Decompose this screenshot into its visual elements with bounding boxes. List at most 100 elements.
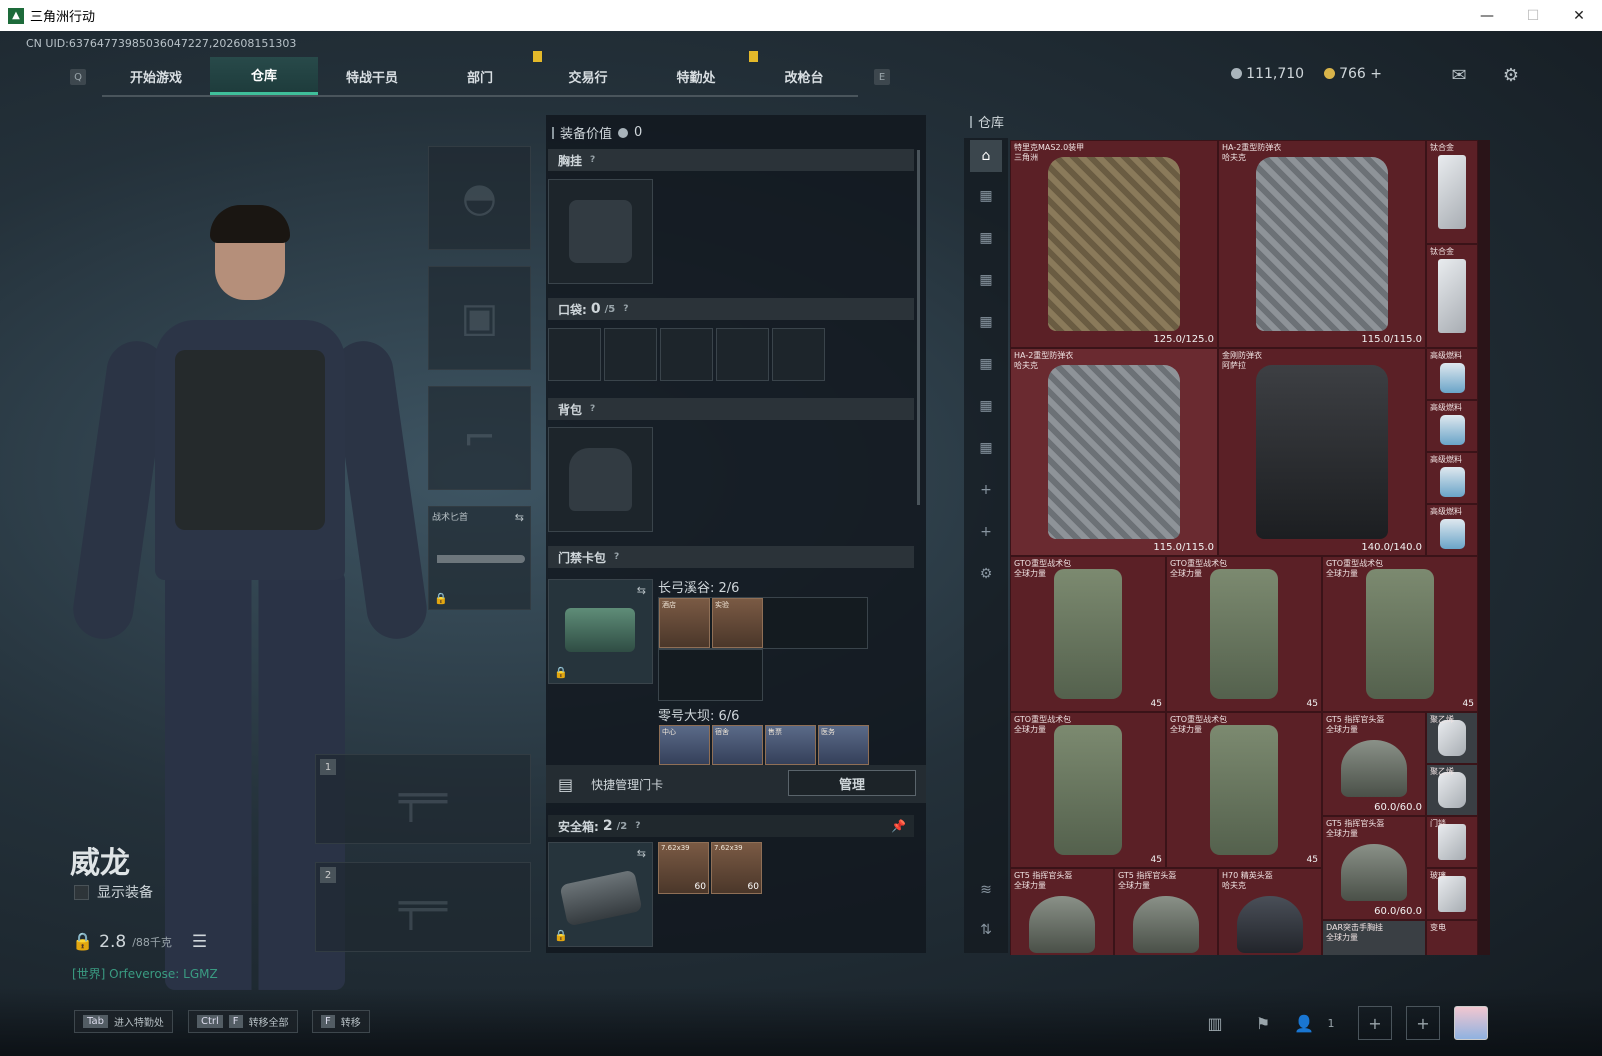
warehouse-page-icon[interactable]: ▦ — [970, 390, 1002, 422]
flag-icon[interactable]: ⚑ — [1246, 1006, 1280, 1040]
help-icon[interactable]: ? — [590, 404, 595, 414]
minimize-button[interactable]: — — [1464, 0, 1510, 31]
pistol-slot[interactable]: ⌐ — [428, 386, 531, 490]
warehouse-settings-icon[interactable]: ⚙ — [970, 558, 1002, 590]
show-equipment-toggle[interactable]: 显示装备 — [74, 882, 153, 902]
warehouse-page-icon[interactable]: ▦ — [970, 264, 1002, 296]
inventory-item[interactable]: 玻璃 — [1426, 868, 1478, 920]
ammo-item[interactable]: 7.62x39 60 — [658, 842, 709, 894]
inventory-item[interactable]: GTO重型战术包 全球力量 45 — [1166, 556, 1322, 712]
squad-icon[interactable]: 👤 1 — [1294, 1006, 1344, 1040]
tab-department[interactable]: 部门 — [426, 51, 542, 95]
safe-box-slot[interactable]: ⇆ 🔒 — [548, 842, 653, 947]
add-currency-button[interactable]: + — [1370, 66, 1382, 82]
inventory-item[interactable]: GTO重型战术包 全球力量 45 — [1322, 556, 1478, 712]
pocket-slot[interactable] — [772, 328, 825, 381]
layers-icon[interactable]: ≋ — [970, 874, 1002, 906]
add-page-icon[interactable]: + — [970, 516, 1002, 548]
inventory-item[interactable]: 钛合金 — [1426, 140, 1478, 244]
inventory-item[interactable]: 聚乙烯 — [1426, 764, 1478, 816]
add-teammate-button[interactable]: + — [1358, 1006, 1392, 1040]
keycard-item[interactable]: 售票 — [765, 725, 816, 765]
inventory-item[interactable]: GT5 指挥官头盔 全球力量 60.0/60.0 — [1322, 816, 1426, 920]
primary-weapon-slot-1[interactable]: 1 ╤═ — [315, 754, 531, 844]
mail-icon[interactable]: ✉ — [1448, 64, 1470, 86]
inventory-item[interactable]: GT5 指挥官头盔 全球力量 60.0/60.0 — [1322, 712, 1426, 816]
warehouse-page-icon[interactable]: ▦ — [970, 348, 1002, 380]
tab-start-game[interactable]: 开始游戏 — [102, 57, 210, 95]
gold-currency[interactable]: 766 + — [1324, 66, 1382, 82]
keycard-item[interactable]: 酒店 — [659, 598, 710, 648]
sort-icon[interactable]: ⇅ — [970, 914, 1002, 946]
warehouse-page-icon[interactable]: ▦ — [970, 432, 1002, 464]
inventory-item[interactable]: GTO重型战术包 全球力量 45 — [1010, 556, 1166, 712]
keycard-item[interactable]: 医务 — [818, 725, 869, 765]
inventory-item[interactable]: 特里克MAS2.0装甲 三角洲 125.0/125.0 — [1010, 140, 1218, 348]
maximize-button[interactable]: ☐ — [1510, 0, 1556, 31]
add-page-icon[interactable]: + — [970, 474, 1002, 506]
knife-slot[interactable]: 战术匕首 ⇆ 🔒 — [428, 506, 531, 610]
tab-trade[interactable]: 交易行 — [534, 57, 642, 95]
add-teammate-button[interactable]: + — [1406, 1006, 1440, 1040]
equipment-scrollbar[interactable] — [917, 150, 920, 505]
help-icon[interactable]: ? — [590, 155, 595, 165]
transfer-hint[interactable]: F 转移 — [312, 1010, 370, 1033]
stats-chart-icon[interactable]: ▥ — [1198, 1006, 1232, 1040]
pocket-slot[interactable] — [660, 328, 713, 381]
transfer-all-hint[interactable]: Ctrl F 转移全部 — [188, 1010, 298, 1033]
swap-icon[interactable]: ⇆ — [637, 847, 646, 860]
warehouse-page-icon[interactable]: ▦ — [970, 180, 1002, 212]
inventory-item[interactable]: HA-2重型防弹衣 哈夫克 115.0/115.0 — [1010, 348, 1218, 556]
inventory-item[interactable]: 高级燃料 — [1426, 348, 1478, 400]
help-icon[interactable]: ? — [623, 304, 628, 314]
pocket-slot[interactable] — [716, 328, 769, 381]
inventory-item[interactable]: 钛合金 — [1426, 244, 1478, 348]
manage-button[interactable]: 管理 — [788, 770, 916, 796]
ammo-item[interactable]: 7.62x39 60 — [711, 842, 762, 894]
armor-slot[interactable]: ▣ — [428, 266, 531, 370]
backpack-slot[interactable] — [548, 427, 653, 532]
inventory-item[interactable]: 聚乙烯 — [1426, 712, 1478, 764]
inventory-item[interactable]: GT5 指挥官头盔 全球力量 — [1114, 868, 1218, 955]
player-avatar[interactable] — [1454, 1006, 1488, 1040]
tab-special-ops[interactable]: 特勤处 — [642, 51, 758, 95]
inventory-item[interactable]: 变电 — [1426, 920, 1478, 955]
swap-icon[interactable]: ⇆ — [637, 584, 646, 597]
inventory-item[interactable]: 门锁 — [1426, 816, 1478, 868]
inventory-item[interactable]: GTO重型战术包 全球力量 45 — [1166, 712, 1322, 868]
help-icon[interactable]: ? — [635, 821, 640, 831]
tab-operators[interactable]: 特战干员 — [318, 57, 426, 95]
inventory-item[interactable]: 高级燃料 — [1426, 504, 1478, 556]
help-icon[interactable]: ? — [614, 552, 619, 562]
primary-weapon-slot-2[interactable]: 2 ╤═ — [315, 862, 531, 952]
pocket-slot[interactable] — [548, 328, 601, 381]
inventory-item[interactable]: HA-2重型防弹衣 哈夫克 115.0/115.0 — [1218, 140, 1426, 348]
settings-gear-icon[interactable]: ⚙ — [1500, 64, 1522, 86]
inventory-item[interactable]: 高级燃料 — [1426, 400, 1478, 452]
checkbox[interactable] — [74, 884, 89, 900]
warehouse-page-icon[interactable]: ▦ — [970, 306, 1002, 338]
close-button[interactable]: ✕ — [1556, 0, 1602, 31]
pin-icon[interactable]: 📌 — [891, 819, 906, 833]
inventory-item[interactable]: DAR突击手胸挂 全球力量 — [1322, 920, 1426, 955]
list-icon[interactable]: ☰ — [192, 932, 207, 952]
keycard-item[interactable]: 实验 — [712, 598, 763, 648]
tab-warehouse[interactable]: 仓库 — [210, 57, 318, 95]
keycard-item[interactable]: 中心 — [659, 725, 710, 765]
pocket-slot[interactable] — [604, 328, 657, 381]
warehouse-page-icon[interactable]: ▦ — [970, 222, 1002, 254]
world-chat-line[interactable]: [世界] Orfeverose: LGMZ — [72, 965, 218, 982]
keycard-item[interactable]: 宿舍 — [712, 725, 763, 765]
chest-rig-slot[interactable] — [548, 179, 653, 284]
keycard-case-slot[interactable]: ⇆ 🔒 — [548, 579, 653, 684]
swap-icon[interactable]: ⇆ — [515, 511, 524, 524]
enter-special-ops-hint[interactable]: Tab 进入特勤处 — [74, 1010, 173, 1033]
warehouse-main-icon[interactable]: ⌂ — [970, 140, 1002, 172]
inventory-item[interactable]: 金刚防弹衣 阿萨拉 140.0/140.0 — [1218, 348, 1426, 556]
inventory-item[interactable]: 高级燃料 — [1426, 452, 1478, 504]
tab-gunsmith[interactable]: 改枪台 — [750, 57, 858, 95]
inventory-item[interactable]: GT5 指挥官头盔 全球力量 — [1010, 868, 1114, 955]
helmet-slot[interactable]: ◓ — [428, 146, 531, 250]
inventory-item[interactable]: H70 精英头盔 哈夫克 — [1218, 868, 1322, 955]
inventory-item[interactable]: GTO重型战术包 全球力量 45 — [1010, 712, 1166, 868]
